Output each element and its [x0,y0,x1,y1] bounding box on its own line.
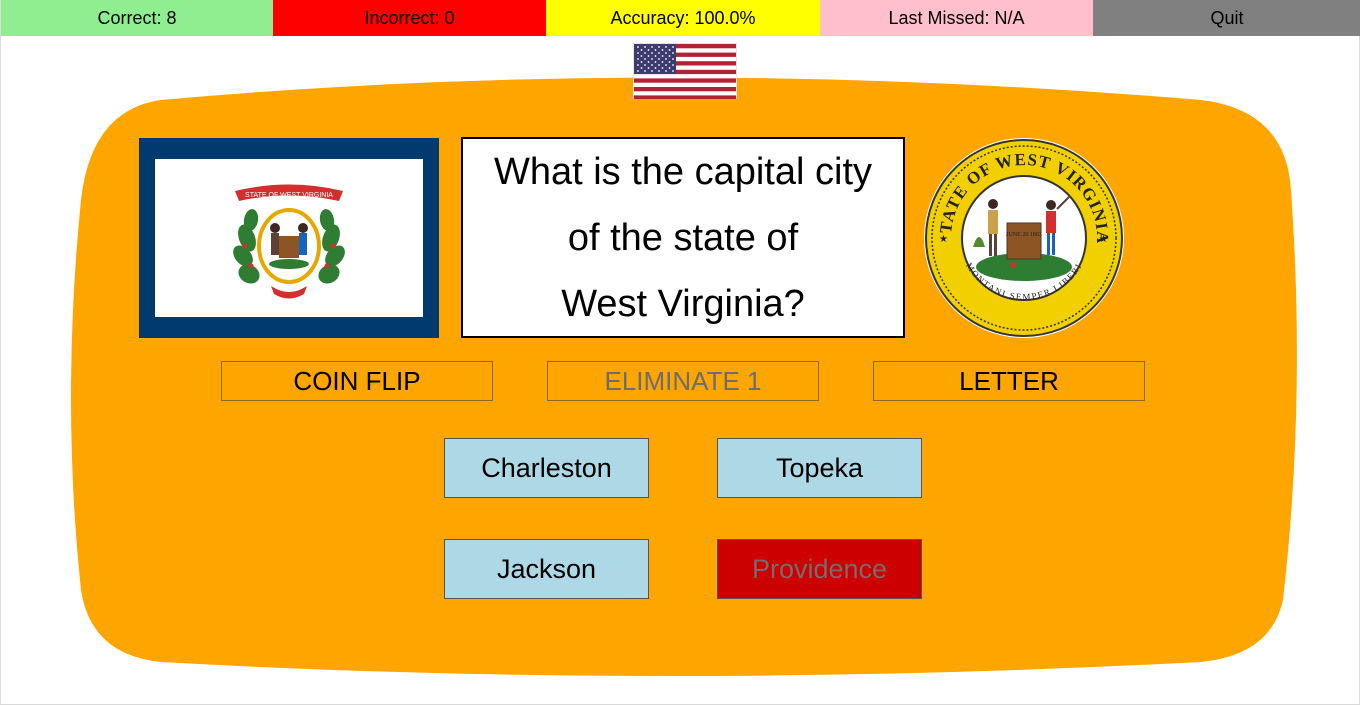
correct-count: Correct: 8 [1,0,273,36]
us-flag-icon [633,43,737,99]
state-flag-image: STATE OF WEST VIRGINIA [139,138,439,338]
quiz-app: Correct: 8 Incorrect: 0 Accuracy: 100.0%… [0,0,1360,705]
quit-button[interactable]: Quit [1093,0,1360,36]
question-line-3: West Virginia? [561,282,805,325]
status-bar: Correct: 8 Incorrect: 0 Accuracy: 100.0%… [1,0,1360,36]
svg-text:★: ★ [939,234,948,245]
game-panel [71,77,1297,676]
state-flag-banner-text: STATE OF WEST VIRGINIA [245,192,333,199]
question-text: What is the capital city of the state of… [484,139,882,337]
answer-button-charleston[interactable]: Charleston [444,438,649,498]
coin-flip-button[interactable]: COIN FLIP [221,361,493,401]
incorrect-count: Incorrect: 0 [273,0,546,36]
question-line-2: of the state of [567,216,799,259]
state-seal-image: STATE OF WEST VIRGINIA MONTANI SEMPER LI… [923,137,1124,338]
accuracy-display: Accuracy: 100.0% [546,0,820,36]
last-missed-display: Last Missed: N/A [820,0,1093,36]
question-line-1: What is the capital city [493,150,873,193]
svg-text:★: ★ [1099,234,1108,245]
seal-rock-text: JUNE 20 1863 [1006,232,1042,238]
letter-hint-button[interactable]: LETTER [873,361,1145,401]
question-box: What is the capital city of the state of… [461,137,905,338]
eliminate-one-button[interactable]: ELIMINATE 1 [547,361,819,401]
answer-button-topeka[interactable]: Topeka [717,438,922,498]
answer-button-jackson[interactable]: Jackson [444,539,649,599]
answer-button-providence[interactable]: Providence [717,539,922,599]
